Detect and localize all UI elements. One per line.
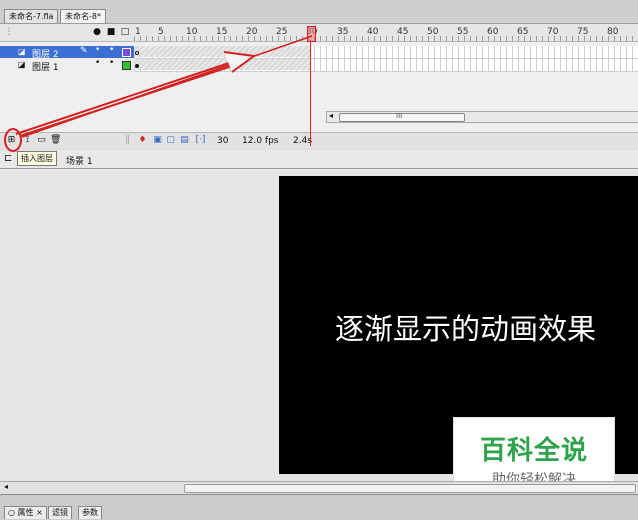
annotation-circle (4, 128, 22, 152)
stage-text[interactable]: 逐渐显示的动画效果 (335, 306, 596, 348)
layer-row-1[interactable]: ◪ 图层 1 • • (0, 58, 134, 73)
scroll-left-arrow-icon[interactable]: ◂ (329, 111, 333, 120)
scroll-thumb[interactable]: III (339, 112, 465, 122)
ruler-number: 15 (216, 27, 228, 37)
divider-grip-icon: ∥ (125, 135, 130, 145)
ruler-number: 5 (158, 27, 164, 37)
ruler-number: 75 (577, 27, 589, 37)
tab-filters[interactable]: 滤镜 (48, 506, 72, 519)
ruler-number: 25 (276, 27, 288, 37)
document-tab-bar: 未命名-7.fla 未命名-8* (0, 0, 638, 24)
tab-properties[interactable]: ○ 属性 × (4, 506, 47, 519)
current-frame: 30 (217, 136, 229, 146)
ruler-number: 35 (337, 27, 349, 37)
visibility-dot[interactable]: • (95, 58, 100, 68)
watermark-title: 百科全说 (479, 436, 588, 466)
frame-row-1[interactable] (134, 59, 638, 72)
pencil-icon: ✎ (80, 46, 88, 56)
ruler-ticks (134, 36, 638, 41)
ruler-number: 20 (246, 27, 258, 37)
edit-bar (0, 150, 638, 169)
modify-onion-markers-icon[interactable]: [·] (195, 135, 206, 146)
timeline-horizontal-scrollbar[interactable]: ◂ III (326, 111, 638, 123)
eye-icon[interactable]: ● (92, 27, 102, 37)
insert-folder-icon[interactable]: ▭ (36, 135, 47, 146)
ruler-number: 45 (397, 27, 409, 37)
layer-color-box[interactable] (122, 48, 131, 57)
tab-parameters[interactable]: 参数 (78, 506, 102, 519)
ruler-number: 50 (427, 27, 439, 37)
layer-icon: ◪ (18, 47, 26, 56)
visibility-dot[interactable]: • (95, 45, 100, 55)
edit-multiple-frames-icon[interactable]: ▤ (179, 135, 190, 146)
grip-icon: ⋮ (4, 27, 14, 37)
ruler-number: 55 (457, 27, 469, 37)
timeline-toolbar: ⊞ ⟟ ▭ 🗑 ∥ ♦ ▣ ▢ ▤ [·] 30 12.0 fps 2.4s (0, 132, 638, 149)
frame-row-2[interactable] (134, 46, 638, 59)
ruler-number: 10 (186, 27, 198, 37)
ruler-number: 70 (547, 27, 559, 37)
layer-name[interactable]: 图层 1 (32, 60, 59, 73)
doc-tab-2[interactable]: 未命名-8* (60, 9, 106, 23)
scroll-thumb[interactable] (184, 484, 636, 493)
doc-tab-1[interactable]: 未命名-7.fla (4, 9, 59, 23)
lock-dot[interactable]: • (109, 45, 114, 55)
scene-label[interactable]: 场景 1 (66, 154, 93, 167)
outline-icon[interactable]: □ (120, 27, 130, 37)
stage-horizontal-scrollbar[interactable]: ◂ (0, 481, 638, 494)
frame-span (134, 46, 311, 57)
delete-layer-icon[interactable]: 🗑 (50, 135, 61, 146)
timeline-panel: ⋮ ● ■ □ 1 5 10 15 20 25 30 35 40 45 50 5… (0, 24, 638, 149)
ruler-number: 80 (607, 27, 619, 37)
layer-color-box[interactable] (122, 61, 131, 70)
lock-dot[interactable]: • (109, 58, 114, 68)
keyframe-marker[interactable] (135, 64, 139, 68)
playhead-handle[interactable] (307, 26, 316, 42)
layer-row-2[interactable]: ◪ 图层 2 ✎ • • (0, 45, 134, 60)
timeline-header: ⋮ ● ■ □ 1 5 10 15 20 25 30 35 40 45 50 5… (0, 24, 638, 42)
onion-skin-outline-icon[interactable]: ▢ (165, 135, 176, 146)
scroll-left-arrow-icon[interactable]: ◂ (4, 482, 8, 491)
frame-span (134, 59, 311, 70)
frame-rate[interactable]: 12.0 fps (242, 136, 278, 146)
center-frame-icon[interactable]: ♦ (137, 135, 148, 146)
tooltip: 插入图层 (17, 151, 57, 166)
properties-panel-bar: ○ 属性 × 滤镜 参数 (0, 494, 638, 520)
scene-icon: ⊏ (4, 153, 13, 164)
ruler-number: 1 (135, 27, 141, 37)
keyframe-marker[interactable] (135, 51, 139, 55)
layer-icon: ◪ (18, 60, 26, 69)
scroll-grip: III (396, 112, 403, 120)
ruler-number: 65 (517, 27, 529, 37)
lock-icon[interactable]: ■ (106, 27, 116, 37)
ruler-number: 40 (367, 27, 379, 37)
add-guide-layer-icon[interactable]: ⟟ (22, 135, 33, 146)
ruler-number: 60 (487, 27, 499, 37)
playhead-line (310, 40, 311, 146)
onion-skin-icon[interactable]: ▣ (152, 135, 163, 146)
